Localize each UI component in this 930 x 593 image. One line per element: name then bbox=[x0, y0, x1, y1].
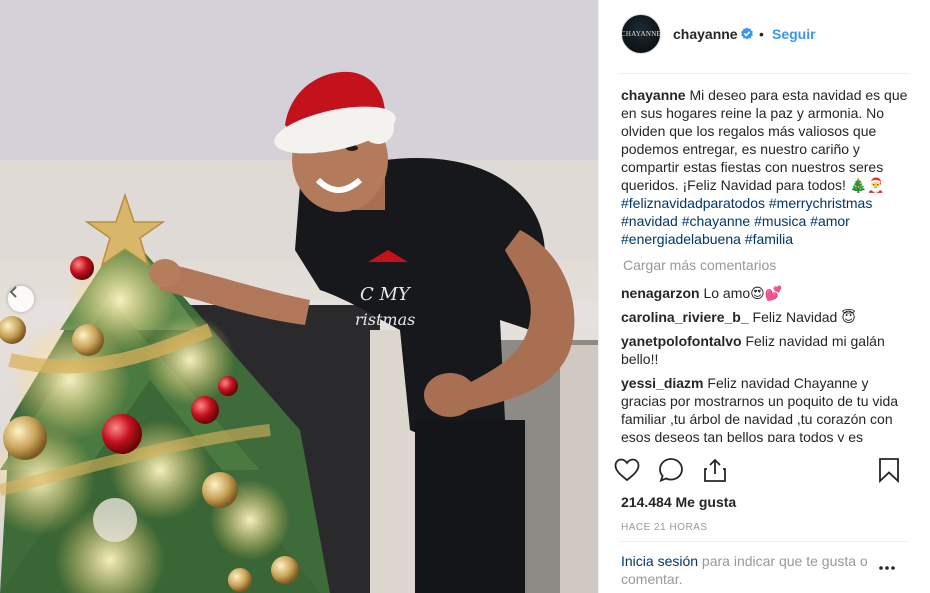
bookmark-icon bbox=[879, 458, 899, 483]
svg-text:C MY: C MY bbox=[360, 284, 412, 305]
avatar[interactable]: CHAYANNE bbox=[621, 14, 661, 54]
carousel-prev-button[interactable] bbox=[8, 286, 34, 312]
heart-icon bbox=[614, 458, 640, 482]
footer-divider bbox=[619, 541, 909, 542]
comment-item: yessi_diazm Feliz navidad Chayanne y gra… bbox=[621, 374, 913, 442]
comment-item: carolina_riviere_b_ Feliz Navidad 😇 bbox=[621, 308, 913, 326]
share-button[interactable] bbox=[701, 456, 729, 484]
post-header: CHAYANNE chayanne • Seguir bbox=[599, 0, 930, 73]
comments-list[interactable]: chayanne Mi deseo para esta navidad es q… bbox=[621, 86, 913, 442]
login-prompt: Inicia sesión para indicar que te gusta … bbox=[621, 552, 883, 588]
caption-username[interactable]: chayanne bbox=[621, 87, 686, 103]
comment-item: nenagarzon Lo amo😍💕 bbox=[621, 284, 913, 302]
more-options-icon[interactable] bbox=[877, 562, 897, 574]
comment-username[interactable]: yanetpolofontalvo bbox=[621, 333, 742, 349]
share-icon bbox=[704, 458, 726, 482]
follow-button[interactable]: Seguir bbox=[772, 26, 816, 42]
comment-item: yanetpolofontalvo Feliz navidad mi galán… bbox=[621, 332, 913, 368]
header-username[interactable]: chayanne bbox=[673, 26, 738, 42]
chevron-left-icon bbox=[9, 286, 17, 298]
svg-text:ristmas: ristmas bbox=[355, 310, 415, 329]
login-link[interactable]: Inicia sesión bbox=[621, 553, 698, 569]
hashtag-link[interactable]: #musica bbox=[754, 213, 806, 229]
comment-text: Feliz Navidad 😇 bbox=[752, 309, 856, 325]
comment-bubble-icon bbox=[659, 458, 683, 483]
comment-button[interactable] bbox=[657, 456, 685, 484]
photo-illustration: C MY ristmas bbox=[0, 0, 598, 593]
caption: chayanne Mi deseo para esta navidad es q… bbox=[621, 86, 913, 248]
post-side-panel: CHAYANNE chayanne • Seguir chayanne Mi d… bbox=[598, 0, 930, 593]
hashtag-link[interactable]: #navidad bbox=[621, 213, 678, 229]
avatar-logo-text: CHAYANNE bbox=[620, 30, 662, 38]
comment-username[interactable]: carolina_riviere_b_ bbox=[621, 309, 749, 325]
likes-count[interactable]: 214.484 Me gusta bbox=[621, 494, 736, 510]
post-timestamp: HACE 21 HORAS bbox=[621, 522, 708, 533]
comment-username[interactable]: yessi_diazm bbox=[621, 375, 704, 391]
hashtag-link[interactable]: #feliznavidadparatodos bbox=[621, 195, 765, 211]
caption-hashtags: #feliznavidadparatodos #merrychristmas #… bbox=[621, 195, 872, 247]
post-photo[interactable]: C MY ristmas bbox=[0, 0, 598, 593]
header-divider bbox=[619, 73, 909, 74]
load-more-comments-button[interactable]: Cargar más comentarios bbox=[623, 256, 913, 274]
hashtag-link[interactable]: #chayanne bbox=[682, 213, 751, 229]
hashtag-link[interactable]: #merrychristmas bbox=[769, 195, 872, 211]
like-button[interactable] bbox=[613, 456, 641, 484]
comment-text: Lo amo😍💕 bbox=[703, 285, 783, 301]
comment-username[interactable]: nenagarzon bbox=[621, 285, 700, 301]
action-bar bbox=[599, 454, 930, 486]
save-button[interactable] bbox=[875, 456, 903, 484]
verified-badge-icon bbox=[741, 27, 753, 40]
hashtag-link[interactable]: #familia bbox=[745, 231, 793, 247]
header-separator: • bbox=[759, 26, 764, 42]
hashtag-link[interactable]: #energiadelabuena bbox=[621, 231, 741, 247]
hashtag-link[interactable]: #amor bbox=[810, 213, 850, 229]
